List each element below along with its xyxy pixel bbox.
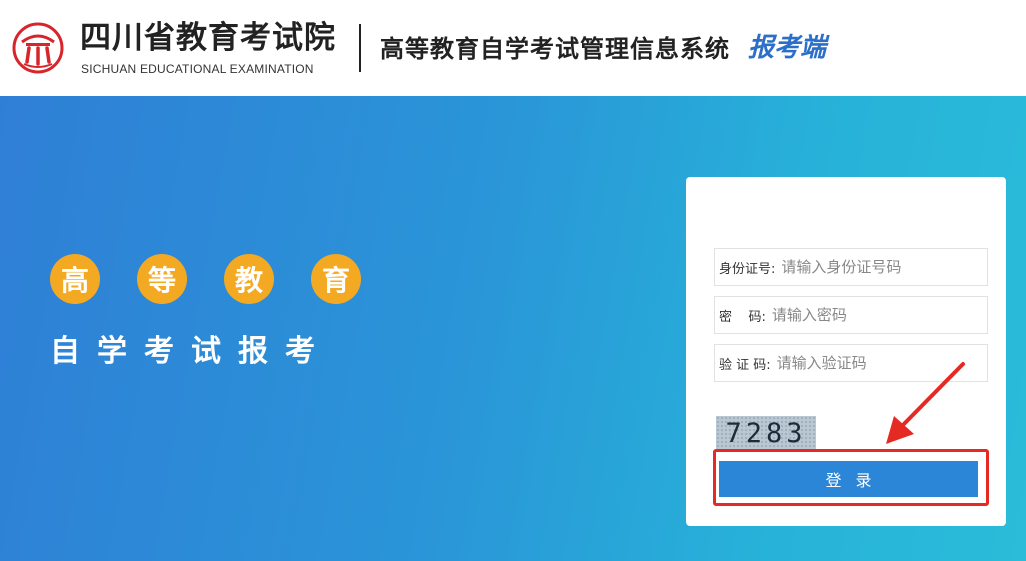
system-suffix: 报考端 <box>748 33 827 63</box>
banner-tagline: 自学考试报考 <box>50 334 332 369</box>
header-divider <box>359 24 361 72</box>
circle-char-1: 高 <box>50 254 100 304</box>
captcha-image[interactable]: 7283 <box>716 416 816 450</box>
exam-institute-logo-icon <box>12 22 64 74</box>
password-input[interactable] <box>765 297 987 333</box>
password-label: 密 码: <box>719 309 766 325</box>
red-arrow-icon <box>886 362 965 444</box>
circle-char-3: 教 <box>224 254 274 304</box>
captcha-label: 验 证 码: <box>719 357 771 373</box>
password-field: 密 码: <box>714 296 988 334</box>
id-number-label: 身份证号: <box>719 261 776 277</box>
system-name: 高等教育自学考试管理信息系统 <box>380 34 730 63</box>
org-name: 四川省教育考试院 <box>80 20 336 56</box>
id-number-input[interactable] <box>775 249 987 285</box>
login-button[interactable]: 登录 <box>719 461 978 497</box>
circle-char-4: 育 <box>311 254 361 304</box>
org-name-english: SICHUAN EDUCATIONAL EXAMINATION <box>81 62 314 76</box>
circle-char-2: 等 <box>137 254 187 304</box>
id-number-field: 身份证号: <box>714 248 988 286</box>
site-header: 四川省教育考试院 SICHUAN EDUCATIONAL EXAMINATION… <box>0 0 1026 96</box>
